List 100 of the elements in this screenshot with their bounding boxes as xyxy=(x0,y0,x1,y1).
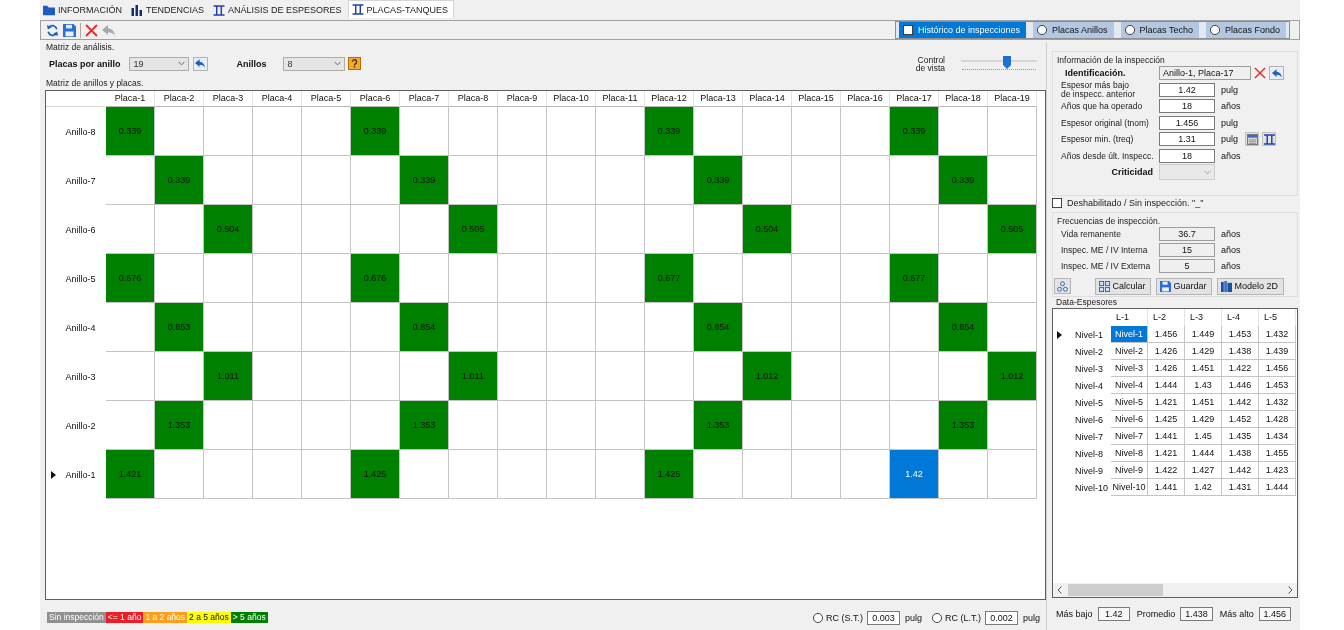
matrix-cell[interactable] xyxy=(596,107,645,156)
matrix-cell[interactable]: 0.339 xyxy=(694,156,743,205)
matrix-cell[interactable] xyxy=(498,107,547,156)
matrix-cell[interactable] xyxy=(253,107,302,156)
matrix-cell[interactable] xyxy=(988,107,1037,156)
matrix-cell[interactable] xyxy=(890,156,939,205)
matrix-cell[interactable] xyxy=(547,450,596,499)
table-cell[interactable]: 1.432 xyxy=(1259,394,1296,411)
matrix-cell[interactable] xyxy=(841,450,890,499)
matrix-cell[interactable] xyxy=(743,401,792,450)
matrix-cell[interactable] xyxy=(106,303,155,352)
matrix-cell[interactable] xyxy=(547,401,596,450)
matrix-cell[interactable] xyxy=(596,254,645,303)
table-cell[interactable]: 1.452 xyxy=(1222,411,1259,428)
rings-dropdown[interactable]: 8 xyxy=(282,56,345,71)
matrix-cell[interactable] xyxy=(645,205,694,254)
matrix-cell[interactable] xyxy=(204,401,253,450)
matrix-cell[interactable]: 1.011 xyxy=(449,352,498,401)
matrix-cell[interactable] xyxy=(449,303,498,352)
matrix-cell[interactable]: 1.011 xyxy=(204,352,253,401)
table-cell[interactable]: 1.453 xyxy=(1259,377,1296,394)
matrix-cell[interactable] xyxy=(253,401,302,450)
matrix-cell[interactable]: 0.339 xyxy=(400,156,449,205)
matrix-cell[interactable] xyxy=(596,450,645,499)
matrix-cell[interactable]: 0.504 xyxy=(743,205,792,254)
matrix-cell[interactable] xyxy=(596,156,645,205)
matrix-cell[interactable] xyxy=(890,401,939,450)
table-cell[interactable]: 1.426 xyxy=(1148,360,1185,377)
table-cell[interactable]: 1.444 xyxy=(1185,445,1222,462)
matrix-cell[interactable] xyxy=(400,205,449,254)
input-field[interactable]: 0.003 xyxy=(866,610,900,625)
matrix-cell[interactable] xyxy=(988,254,1037,303)
table-cell[interactable]: 1.438 xyxy=(1222,343,1259,360)
matrix-cell[interactable] xyxy=(645,156,694,205)
action-button[interactable]: Calcular xyxy=(1095,277,1152,295)
matrix-cell[interactable] xyxy=(351,303,400,352)
matrix-cell[interactable]: 0.339 xyxy=(939,156,988,205)
matrix-cell[interactable]: 1.353 xyxy=(400,401,449,450)
table-cell[interactable]: 1.431 xyxy=(1222,479,1259,496)
matrix-cell[interactable] xyxy=(792,401,841,450)
table-cell[interactable]: 1.456 xyxy=(1148,326,1185,343)
radio-option[interactable]: Placas Anillos xyxy=(1033,22,1114,38)
table-cell[interactable]: 1.438 xyxy=(1222,445,1259,462)
table-cell[interactable]: 1.422 xyxy=(1148,462,1185,479)
matrix-cell[interactable] xyxy=(498,303,547,352)
matrix-cell[interactable] xyxy=(890,303,939,352)
matrix-cell[interactable] xyxy=(302,107,351,156)
icon-button[interactable] xyxy=(1245,132,1259,147)
table-cell[interactable]: 1.455 xyxy=(1259,445,1296,462)
matrix-cell[interactable] xyxy=(106,352,155,401)
matrix-cell[interactable]: 0.505 xyxy=(449,205,498,254)
matrix-cell[interactable] xyxy=(743,450,792,499)
delete-button[interactable] xyxy=(85,23,98,37)
table-cell[interactable]: 1.426 xyxy=(1148,343,1185,360)
matrix-cell[interactable] xyxy=(939,107,988,156)
matrix-cell[interactable] xyxy=(351,401,400,450)
table-cell[interactable]: 1.435 xyxy=(1222,428,1259,445)
matrix-cell[interactable]: 0.339 xyxy=(155,156,204,205)
matrix-cell[interactable] xyxy=(106,401,155,450)
table-cell[interactable]: 1.425 xyxy=(1148,411,1185,428)
matrix-cell[interactable] xyxy=(106,205,155,254)
matrix-cell[interactable] xyxy=(547,352,596,401)
matrix-cell[interactable] xyxy=(351,205,400,254)
matrix-cell[interactable] xyxy=(498,156,547,205)
action-button[interactable]: Modelo 2D xyxy=(1217,277,1284,295)
matrix-cell[interactable] xyxy=(400,107,449,156)
matrix-cell[interactable] xyxy=(792,156,841,205)
matrix-cell[interactable] xyxy=(988,156,1037,205)
matrix-cell[interactable] xyxy=(841,303,890,352)
input-field[interactable]: 0.002 xyxy=(985,610,1018,625)
radio-button[interactable] xyxy=(1037,25,1048,35)
matrix-cell[interactable] xyxy=(302,450,351,499)
matrix-cell[interactable] xyxy=(204,450,253,499)
input-field[interactable]: 18 xyxy=(1159,99,1215,114)
matrix-cell[interactable] xyxy=(106,156,155,205)
matrix-cell[interactable] xyxy=(155,205,204,254)
table-cell[interactable]: 1.441 xyxy=(1148,428,1185,445)
input-field[interactable]: 1.456 xyxy=(1159,115,1215,130)
matrix-cell[interactable]: 0.676 xyxy=(106,254,155,303)
table-cell[interactable]: 1.428 xyxy=(1259,411,1296,428)
table-cell[interactable]: 1.429 xyxy=(1185,343,1222,360)
table-cell[interactable]: Nivel-3 xyxy=(1111,360,1148,377)
matrix-cell[interactable] xyxy=(155,450,204,499)
matrix-cell[interactable] xyxy=(841,156,890,205)
matrix-cell[interactable] xyxy=(743,303,792,352)
radio-button[interactable] xyxy=(932,612,942,623)
matrix-cell[interactable]: 0.854 xyxy=(939,303,988,352)
table-cell[interactable]: Nivel-5 xyxy=(1111,394,1148,411)
matrix-cell[interactable] xyxy=(498,401,547,450)
matrix-cell[interactable] xyxy=(939,254,988,303)
matrix-cell[interactable] xyxy=(841,401,890,450)
matrix-cell[interactable] xyxy=(547,205,596,254)
matrix-cell[interactable] xyxy=(841,352,890,401)
table-cell[interactable]: 1.444 xyxy=(1259,479,1296,496)
matrix-cell[interactable] xyxy=(645,303,694,352)
table-cell[interactable]: 1.456 xyxy=(1259,360,1296,377)
table-cell[interactable]: 1.421 xyxy=(1148,445,1185,462)
table-cell[interactable]: 1.444 xyxy=(1148,377,1185,394)
radio-button[interactable] xyxy=(1209,25,1220,35)
matrix-cell[interactable]: 0.505 xyxy=(988,205,1037,254)
